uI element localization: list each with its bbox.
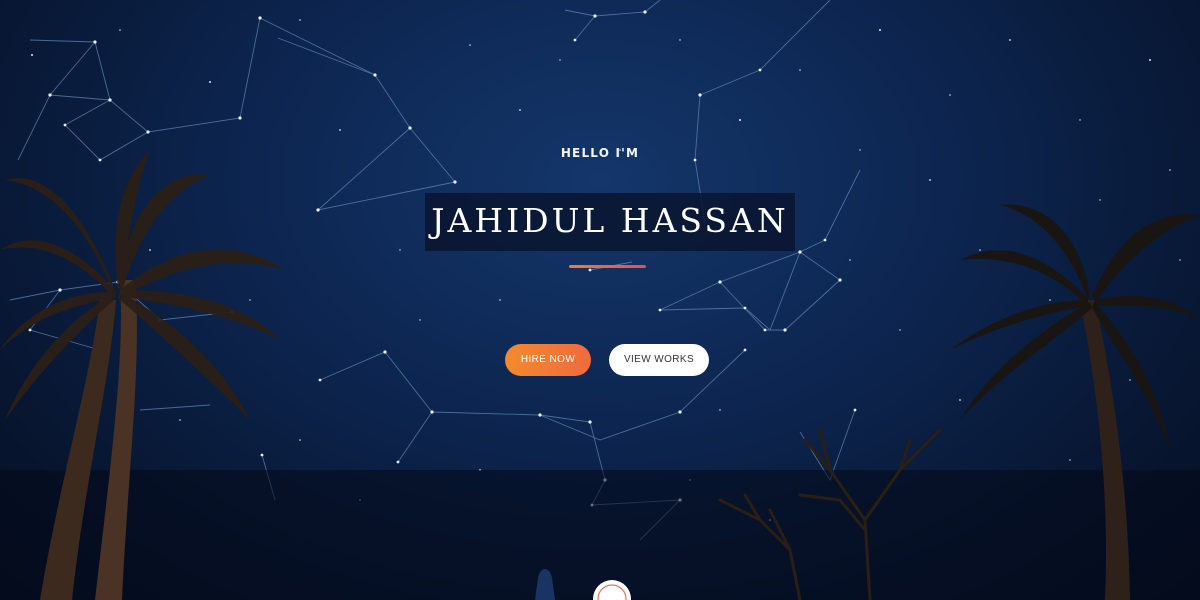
scroll-down-icon <box>597 584 627 600</box>
greeting-text: HELLO I'M <box>560 146 640 160</box>
constellation-lines <box>9 0 861 541</box>
view-works-button[interactable]: VIEW WORKS <box>609 344 709 376</box>
stars <box>31 19 1181 521</box>
hero-section: HELLO I'M JAHIDUL HASSAN HIRE NOW VIEW W… <box>0 0 1200 600</box>
hire-now-button[interactable]: HIRE NOW <box>505 344 591 376</box>
night-sky-background <box>0 0 1200 600</box>
constellation-nodes <box>28 10 857 507</box>
hero-name: JAHIDUL HASSAN <box>431 201 789 240</box>
name-underline <box>569 265 646 268</box>
scroll-down-button[interactable] <box>593 580 631 600</box>
